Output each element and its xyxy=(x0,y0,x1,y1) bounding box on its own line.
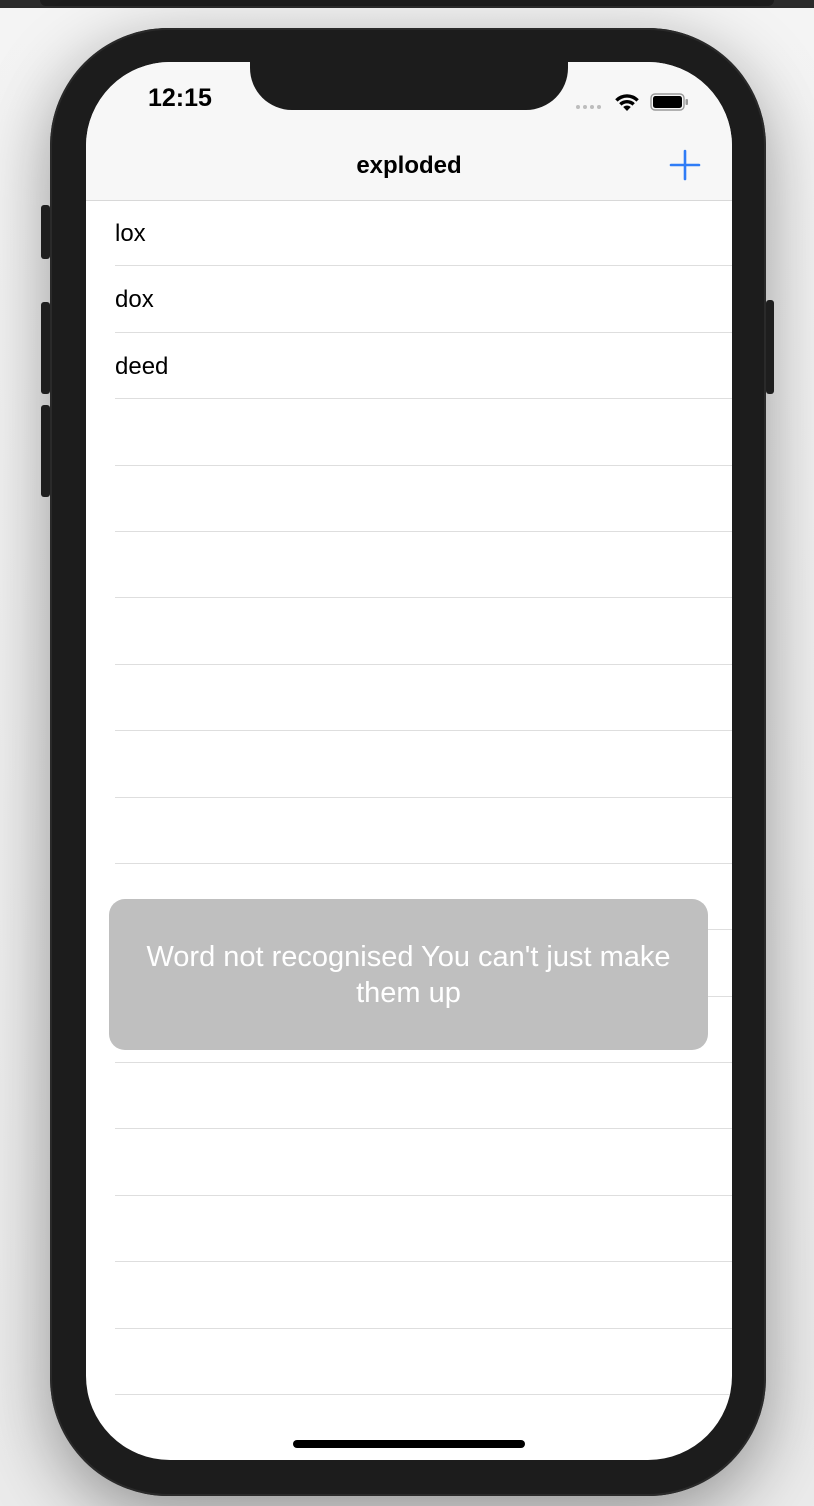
add-button[interactable] xyxy=(668,148,702,182)
list-item xyxy=(86,731,732,798)
list-item xyxy=(86,665,732,732)
row-separator xyxy=(115,1394,732,1396)
list-item-label: deed xyxy=(115,352,169,380)
device-notch xyxy=(250,62,568,110)
plus-icon xyxy=(669,149,701,181)
list-item xyxy=(86,598,732,665)
volume-down-button xyxy=(41,405,50,497)
list-item xyxy=(86,1262,732,1329)
list-item xyxy=(86,532,732,599)
list-item[interactable]: dox xyxy=(86,266,732,333)
list-item[interactable]: deed xyxy=(86,333,732,400)
list-item xyxy=(86,466,732,532)
cellular-signal-icon xyxy=(576,98,604,116)
wifi-icon xyxy=(615,94,639,111)
toast-text: Word not recognised You can't just make … xyxy=(146,940,671,1009)
background-window-edge xyxy=(0,0,814,8)
list-item xyxy=(86,798,732,864)
list-item xyxy=(86,399,732,466)
page-title: exploded xyxy=(356,152,462,179)
status-time: 12:15 xyxy=(148,84,212,112)
device-screen: exploded 12:15 lox dox deed Word not recog… xyxy=(86,62,732,1460)
volume-up-button xyxy=(41,302,50,394)
toast-message: Word not recognised You can't just make … xyxy=(109,899,708,1050)
list-item[interactable]: lox xyxy=(86,200,732,267)
list-item xyxy=(86,1196,732,1263)
battery-icon xyxy=(650,93,688,111)
list-item xyxy=(86,1129,732,1196)
list-item xyxy=(86,1329,732,1396)
list-item xyxy=(86,1063,732,1130)
word-list: lox dox deed xyxy=(86,200,732,1396)
power-button xyxy=(766,300,774,394)
list-item-label: lox xyxy=(115,220,146,247)
home-indicator[interactable] xyxy=(293,1440,525,1448)
status-indicators xyxy=(576,88,690,116)
silent-switch xyxy=(41,205,50,259)
list-item-label: dox xyxy=(115,286,154,314)
